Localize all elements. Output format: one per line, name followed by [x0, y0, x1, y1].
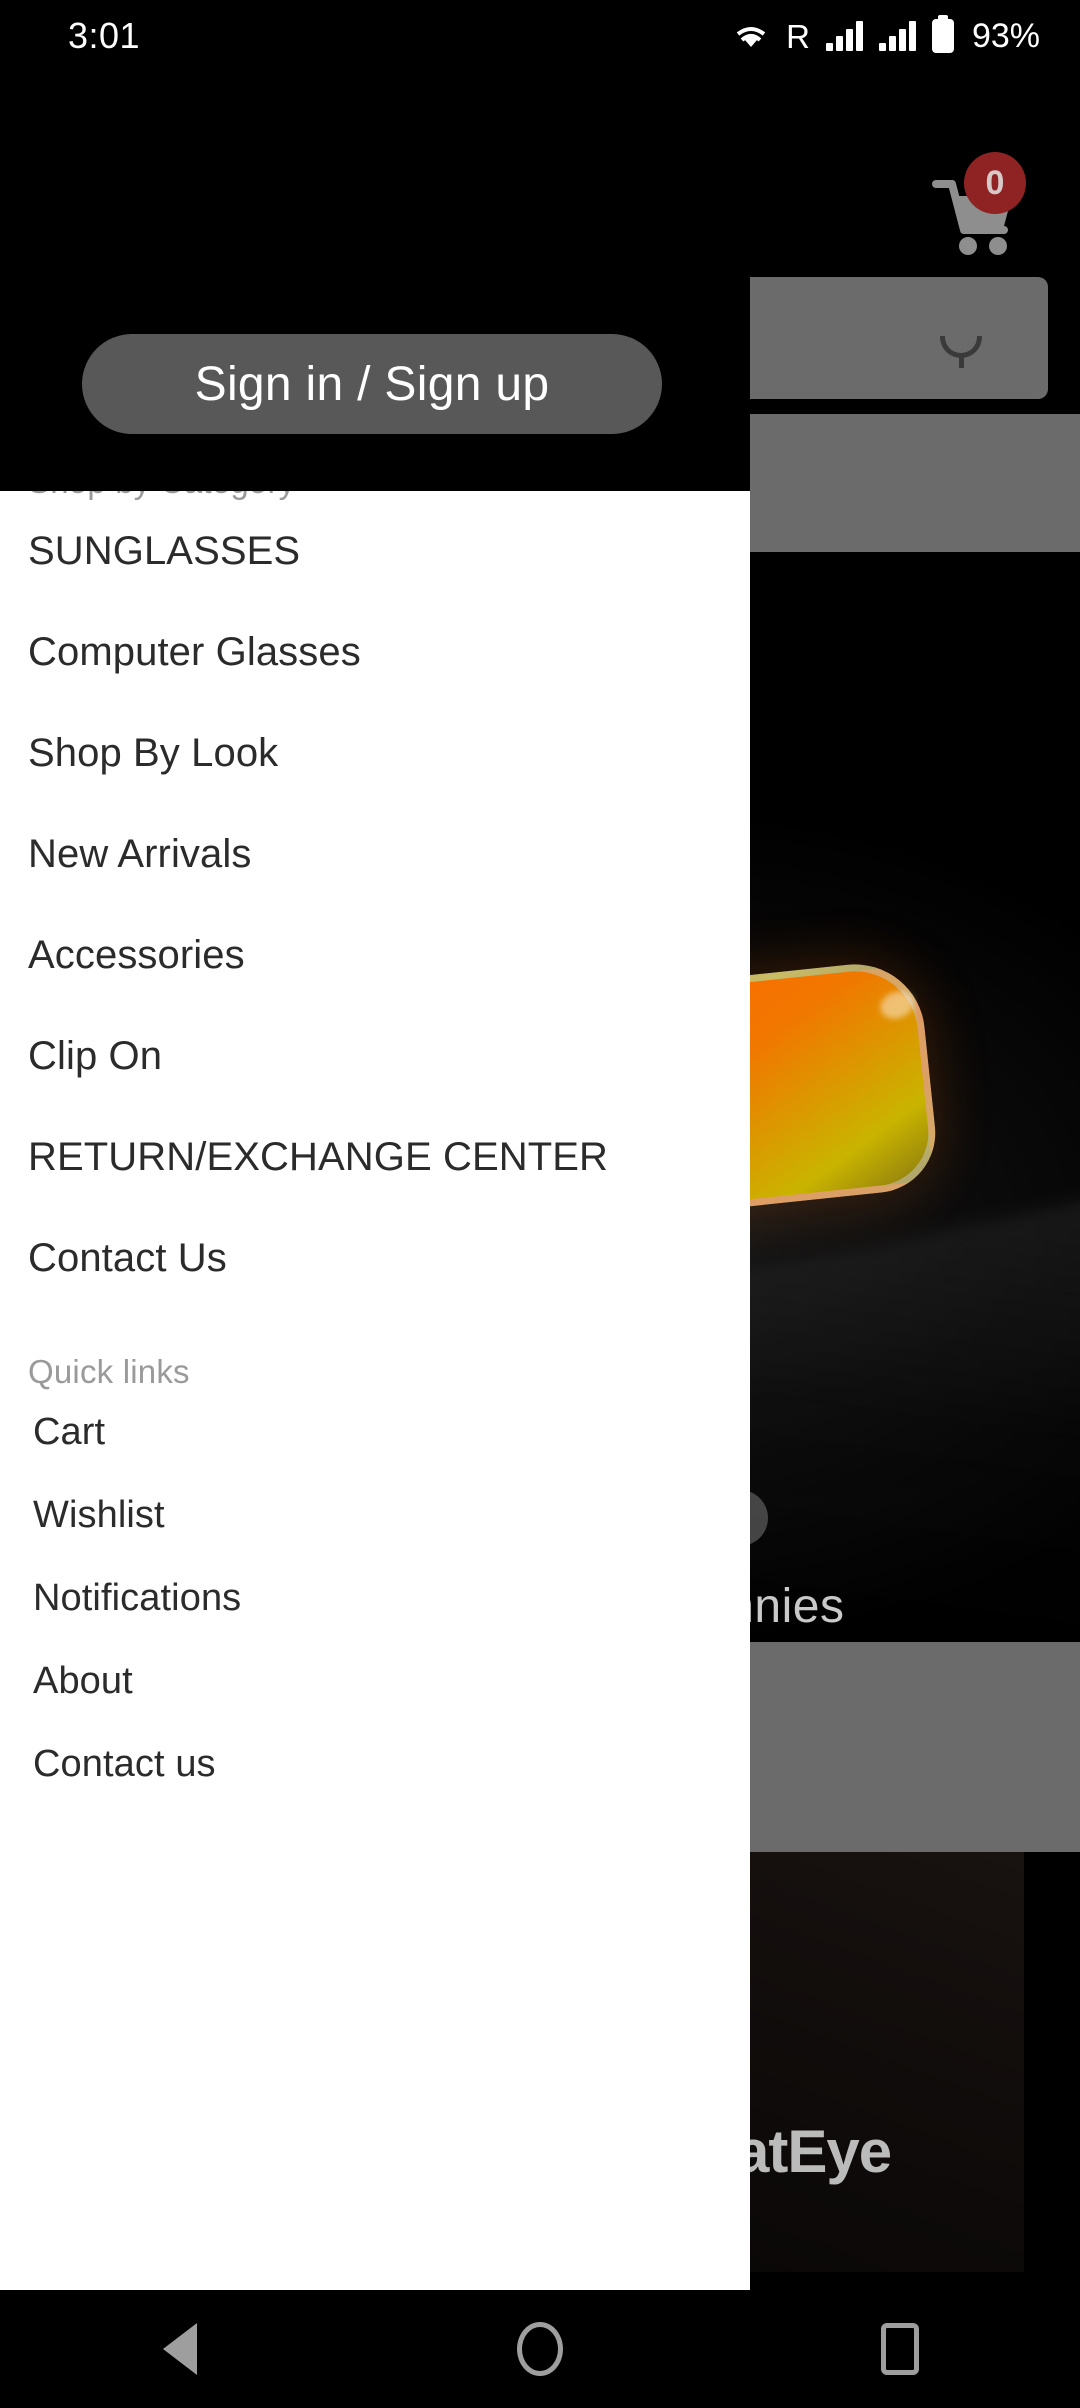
- quick-link-cart[interactable]: Cart: [0, 1391, 750, 1474]
- sign-in-sign-up-button[interactable]: Sign in / Sign up: [82, 334, 662, 434]
- menu-item-accessories[interactable]: Accessories: [0, 905, 750, 1006]
- quick-links-label: Quick links: [28, 1353, 190, 1390]
- menu-item-sunglasses[interactable]: SUNGLASSES: [0, 501, 750, 602]
- status-icons: R 93%: [732, 17, 1040, 56]
- home-button[interactable]: [360, 2322, 720, 2376]
- android-navigation-bar: [0, 2290, 1080, 2408]
- back-button[interactable]: [0, 2323, 360, 2375]
- battery-percent: 93%: [971, 16, 1040, 55]
- menu-item-shop-by-look[interactable]: Shop By Look: [0, 703, 750, 804]
- menu-item-clip-on[interactable]: Clip On: [0, 1006, 750, 1107]
- quick-link-contact-us[interactable]: Contact us: [0, 1723, 750, 1806]
- recents-icon: [881, 2323, 919, 2375]
- phone-screen: 3:01 R 93% 0 unnies atEye SUNGLASSES Com…: [0, 0, 1080, 2408]
- signal-bars-icon-1: [825, 21, 863, 51]
- roaming-indicator: R: [786, 17, 810, 55]
- recents-button[interactable]: [720, 2323, 1080, 2375]
- status-time: 3:01: [68, 15, 141, 56]
- status-bar: 3:01 R 93%: [0, 0, 1080, 72]
- wifi-icon: [732, 21, 770, 51]
- navigation-drawer: Shop by Category SUNGLASSES Computer Gla…: [0, 419, 750, 2290]
- menu-item-contact-us[interactable]: Contact Us: [0, 1208, 750, 1309]
- back-icon: [163, 2323, 197, 2375]
- battery-icon: [931, 19, 954, 53]
- menu-item-computer-glasses[interactable]: Computer Glasses: [0, 602, 750, 703]
- signal-bars-icon-2: [878, 21, 916, 51]
- quick-link-wishlist[interactable]: Wishlist: [0, 1474, 750, 1557]
- menu-item-return-exchange-center[interactable]: RETURN/EXCHANGE CENTER: [0, 1107, 750, 1208]
- menu-item-new-arrivals[interactable]: New Arrivals: [0, 804, 750, 905]
- quick-link-about[interactable]: About: [0, 1640, 750, 1723]
- home-icon: [517, 2322, 563, 2376]
- drawer-header: Sign in / Sign up: [0, 72, 750, 491]
- quick-link-notifications[interactable]: Notifications: [0, 1557, 750, 1640]
- drawer-menu: Shop by Category SUNGLASSES Computer Gla…: [0, 419, 750, 1806]
